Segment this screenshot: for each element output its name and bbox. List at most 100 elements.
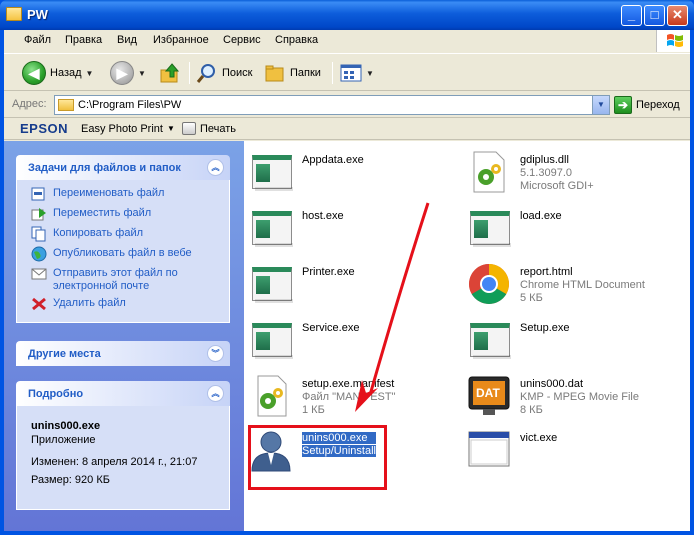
file-name: Printer.exe <box>302 266 355 278</box>
file-item[interactable]: Setup.exe <box>466 317 686 363</box>
task-copy[interactable]: Копировать файл <box>17 226 229 246</box>
dat-badge: DAT <box>476 386 500 400</box>
print-button[interactable]: Печать <box>200 123 236 135</box>
file-item[interactable]: vict.exe <box>466 427 686 473</box>
folders-button[interactable]: Папки <box>264 60 321 86</box>
forward-arrow-icon: ▶ <box>110 61 134 85</box>
task-label: Опубликовать файл в вебе <box>53 247 192 259</box>
file-item[interactable]: report.html Chrome HTML Document 5 КБ <box>466 261 686 307</box>
details-panel: Подробно ︽ unins000.exe Приложение Измен… <box>16 381 230 510</box>
task-rename[interactable]: Переименовать файл <box>17 186 229 206</box>
toolbar-separator <box>189 62 190 84</box>
menu-tools[interactable]: Сервис <box>223 34 261 46</box>
file-item[interactable]: host.exe <box>248 205 468 251</box>
folders-label: Папки <box>290 67 321 79</box>
tasks-panel-title: Задачи для файлов и папок <box>28 162 181 174</box>
task-email[interactable]: Отправить этот файл по электронной почте <box>17 266 229 296</box>
toolbar: ◀ Назад ▼ ▶ ▼ Поиск Папки ▼ <box>4 53 690 91</box>
exe-icon <box>466 205 512 251</box>
expand-chevron-icon[interactable]: ︾ <box>207 345 224 362</box>
printer-icon <box>182 122 196 135</box>
manifest-icon <box>248 373 294 419</box>
chrome-icon <box>466 261 512 307</box>
file-item[interactable]: load.exe <box>466 205 686 251</box>
details-file-name: unins000.exe <box>31 420 101 432</box>
address-dropdown-icon[interactable]: ▼ <box>592 96 609 114</box>
menu-favorites[interactable]: Избранное <box>153 34 209 46</box>
details-size: Размер: 920 КБ <box>31 474 110 486</box>
up-folder-button[interactable] <box>159 60 181 86</box>
dat-icon: DAT <box>466 373 512 419</box>
email-icon <box>31 268 47 280</box>
search-button[interactable]: Поиск <box>196 60 252 86</box>
easy-photo-print-dropdown-icon[interactable]: ▼ <box>167 124 175 133</box>
file-item[interactable]: gdiplus.dll 5.1.3097.0 Microsoft GDI+ <box>466 149 686 195</box>
title-bar[interactable]: PW _ □ ✕ <box>0 0 694 30</box>
folder-icon <box>6 7 22 21</box>
menu-view[interactable]: Вид <box>117 34 137 46</box>
task-label: Отправить этот файл по электронной почте <box>53 267 178 292</box>
views-button[interactable]: ▼ <box>340 60 374 86</box>
other-places-panel: Другие места ︾ <box>16 341 230 366</box>
file-item[interactable]: Appdata.exe <box>248 149 468 195</box>
details-modified: Изменен: 8 апреля 2014 г., 21:07 <box>31 456 198 468</box>
task-pane: Задачи для файлов и папок ︽ Переименоват… <box>4 141 244 531</box>
copy-icon <box>31 226 46 242</box>
task-label: Переименовать файл <box>53 187 165 199</box>
file-type: Файл "MANIFEST" <box>302 391 396 403</box>
exe-icon <box>248 205 294 251</box>
collapse-chevron-icon[interactable]: ︽ <box>207 159 224 176</box>
details-file-type: Приложение <box>31 434 96 446</box>
file-name: Service.exe <box>302 322 360 334</box>
other-places-header[interactable]: Другие места ︾ <box>16 341 230 366</box>
highlight-box <box>248 425 387 490</box>
views-icon <box>340 64 362 82</box>
file-item[interactable]: Service.exe <box>248 317 468 363</box>
menu-help[interactable]: Справка <box>275 34 318 46</box>
dll-icon <box>466 149 512 195</box>
file-description: Microsoft GDI+ <box>520 180 594 192</box>
epson-logo: EPSON <box>20 121 69 136</box>
windows-flag-icon <box>667 34 683 47</box>
menu-file[interactable]: Файл <box>24 34 51 46</box>
forward-dropdown-icon[interactable]: ▼ <box>138 69 146 78</box>
file-name: load.exe <box>520 210 562 222</box>
file-version: 5.1.3097.0 <box>520 167 572 179</box>
exe-icon <box>248 261 294 307</box>
windows-logo <box>656 30 690 52</box>
file-name: Setup.exe <box>520 322 570 334</box>
close-button[interactable]: ✕ <box>667 5 688 26</box>
views-dropdown-icon[interactable]: ▼ <box>366 69 374 78</box>
menu-edit[interactable]: Правка <box>65 34 102 46</box>
file-item[interactable]: setup.exe.manifest Файл "MANIFEST" 1 КБ <box>248 373 468 419</box>
back-arrow-icon: ◀ <box>22 61 46 85</box>
file-item[interactable]: Printer.exe <box>248 261 468 307</box>
address-input[interactable]: C:\Program Files\PW ▼ <box>54 95 610 115</box>
easy-photo-print-button[interactable]: Easy Photo Print <box>81 123 163 135</box>
task-delete[interactable]: Удалить файл <box>17 296 229 316</box>
minimize-button[interactable]: _ <box>621 5 642 26</box>
back-dropdown-icon[interactable]: ▼ <box>86 69 94 78</box>
file-name: report.html <box>520 266 573 278</box>
task-move[interactable]: Переместить файл <box>17 206 229 226</box>
file-type: KMP - MPEG Movie File <box>520 391 639 403</box>
search-label: Поиск <box>222 67 253 79</box>
back-button[interactable]: ◀ Назад ▼ <box>22 60 93 86</box>
address-bar: Адрес: C:\Program Files\PW ▼ ➔ Переход <box>4 92 690 118</box>
tasks-panel-body: Переименовать файл Переместить файл Копи… <box>16 180 230 323</box>
file-item[interactable]: DAT unins000.dat KMP - MPEG Movie File 8… <box>466 373 686 419</box>
go-button[interactable]: ➔ Переход <box>614 96 680 114</box>
forward-button[interactable]: ▶ ▼ <box>110 60 146 86</box>
details-header[interactable]: Подробно ︽ <box>16 381 230 406</box>
tasks-panel-header[interactable]: Задачи для файлов и папок ︽ <box>16 155 230 180</box>
file-name: Appdata.exe <box>302 154 364 166</box>
go-label: Переход <box>636 99 680 111</box>
file-size: 5 КБ <box>520 292 543 304</box>
other-places-title: Другие места <box>28 348 101 360</box>
details-body: unins000.exe Приложение Изменен: 8 апрел… <box>16 406 230 510</box>
task-publish[interactable]: Опубликовать файл в вебе <box>17 246 229 266</box>
file-name: setup.exe.manifest <box>302 378 395 390</box>
collapse-chevron-icon[interactable]: ︽ <box>207 385 224 402</box>
file-name: host.exe <box>302 210 344 222</box>
maximize-button[interactable]: □ <box>644 5 665 26</box>
